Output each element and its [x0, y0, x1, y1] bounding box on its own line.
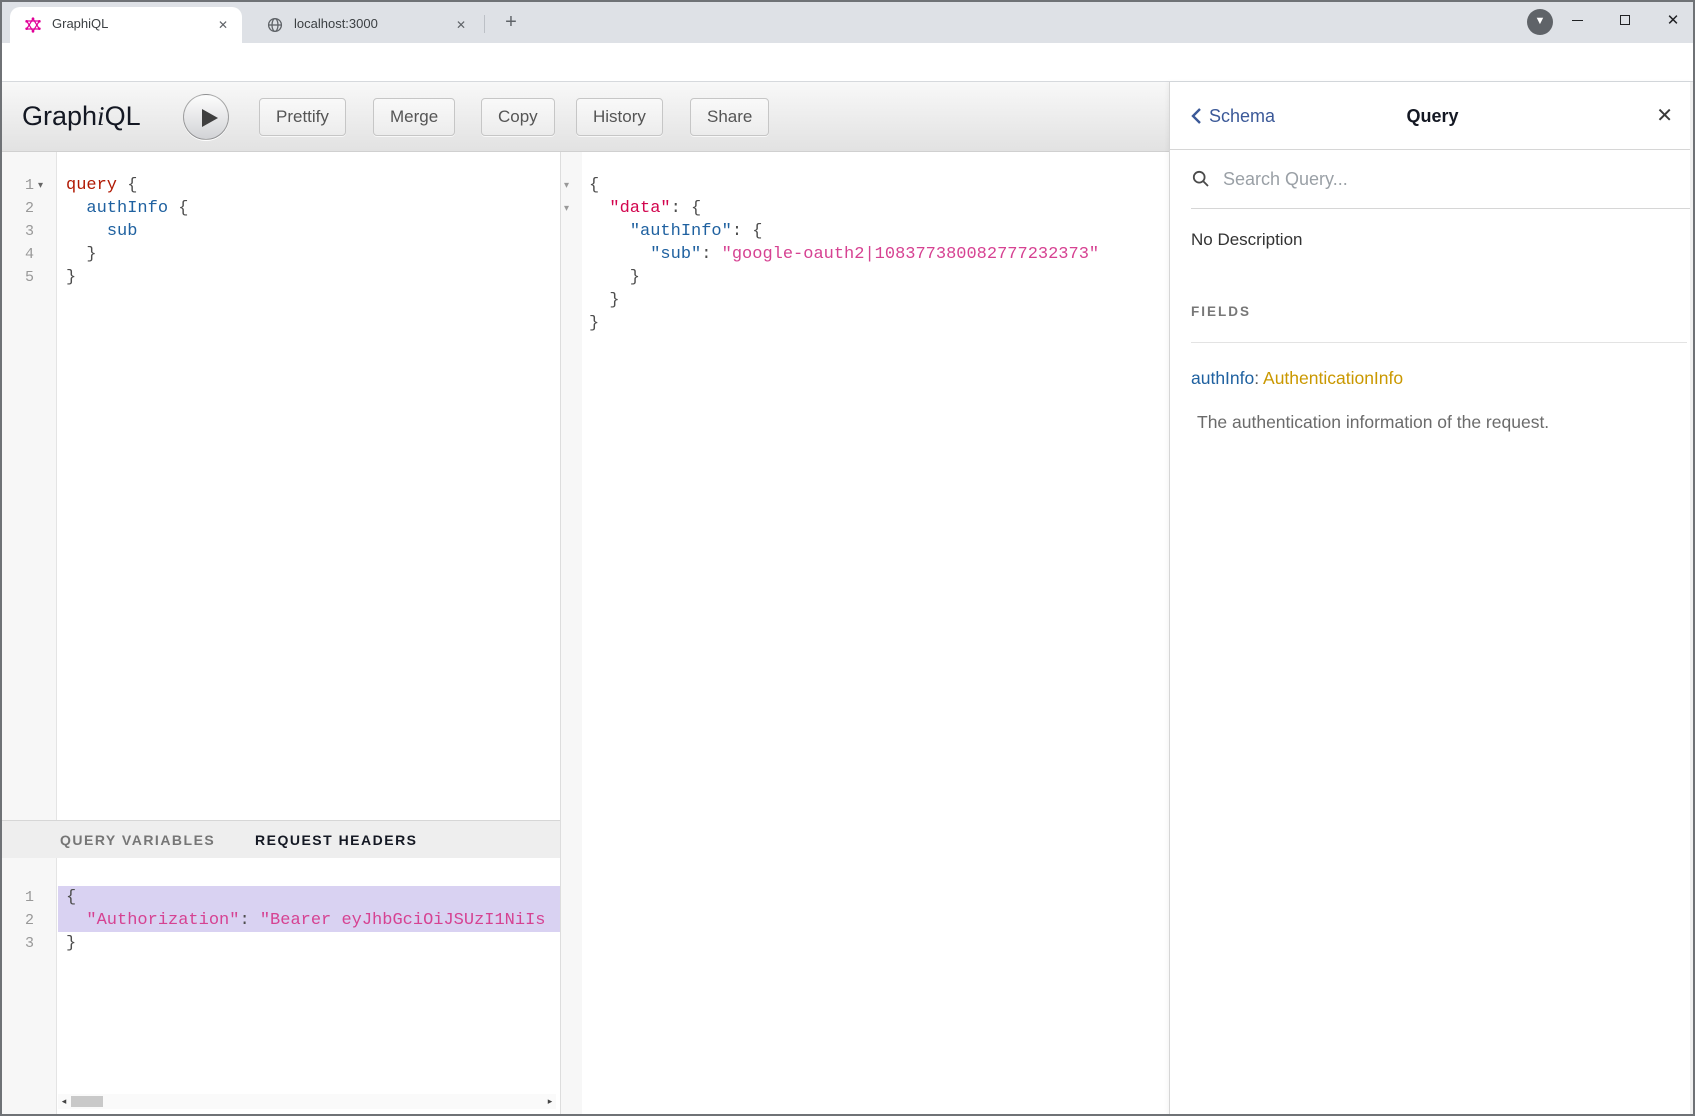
doc-no-description: No Description: [1191, 230, 1303, 250]
line-number: 2: [4, 909, 34, 932]
tab-localhost[interactable]: localhost:3000 ✕: [252, 7, 480, 43]
search-icon: [1192, 170, 1210, 188]
code-line[interactable]: }: [58, 266, 560, 289]
result-fold-gutter: ▾▾: [561, 152, 582, 1116]
code-line[interactable]: }: [582, 312, 1169, 335]
new-tab-button[interactable]: +: [498, 10, 524, 36]
code-line[interactable]: sub: [58, 220, 560, 243]
code-line[interactable]: "data": {: [582, 197, 1169, 220]
line-number: 1: [4, 174, 34, 197]
gutter-line: [561, 243, 582, 266]
fold-arrow-icon[interactable]: ▾: [564, 174, 578, 197]
browser-tab-strip: GraphiQL ✕ localhost:3000 ✕ + ▼ ✕: [0, 0, 1695, 43]
code-line[interactable]: "sub": "google-oauth2|108377380082777232…: [582, 243, 1169, 266]
tab-close-icon[interactable]: ✕: [214, 16, 232, 34]
window-minimize-button[interactable]: [1555, 0, 1599, 40]
tab-close-icon[interactable]: ✕: [452, 16, 470, 34]
code-line[interactable]: }: [582, 266, 1169, 289]
query-editor-gutter: 1▾2345: [0, 152, 57, 820]
browser-update-caret-icon[interactable]: ▼: [1527, 9, 1553, 35]
gutter-line: ▾: [561, 174, 582, 197]
line-number: 4: [4, 243, 34, 266]
play-icon: [202, 109, 218, 127]
horizontal-scrollbar[interactable]: ◂ ▸: [58, 1094, 556, 1109]
doc-field-description: The authentication information of the re…: [1197, 412, 1549, 433]
code-line[interactable]: query {: [58, 174, 560, 197]
doc-scrollbar-track[interactable]: [1690, 82, 1693, 1116]
code-line[interactable]: "Authorization": "Bearer eyJhbGciOiJSUzI…: [58, 909, 560, 932]
line-number: 5: [4, 266, 34, 289]
tab-title: localhost:3000: [294, 7, 378, 41]
tab-query-variables[interactable]: QUERY VARIABLES: [60, 821, 215, 859]
tab-title: GraphiQL: [52, 7, 108, 41]
doc-title: Query: [1170, 82, 1695, 150]
gutter-line: ▾: [561, 197, 582, 220]
code-line[interactable]: {: [582, 174, 1169, 197]
line-number: 3: [4, 932, 34, 955]
graphql-logo-icon: [25, 17, 41, 33]
browser-toolbar: ← → ↻ localhost:3000 P Tp L Aktualisiere…: [0, 43, 1695, 82]
code-line[interactable]: }: [582, 289, 1169, 312]
line-number: 1: [4, 886, 34, 909]
request-headers-editor[interactable]: 123 { "Authorization": "Bearer eyJhbGciO…: [0, 858, 560, 1116]
copy-button[interactable]: Copy: [481, 98, 555, 136]
doc-explorer-header: Schema Query ✕: [1170, 82, 1695, 150]
doc-explorer-panel: Schema Query ✕ Search Query... No Descri…: [1169, 82, 1695, 1116]
line-number: 3: [4, 220, 34, 243]
doc-fields-heading: FIELDS: [1191, 304, 1251, 319]
graphiql-topbar: GraphiQL Prettify Merge Copy History Sha…: [0, 82, 1169, 152]
gutter-line: 2: [0, 909, 56, 932]
gutter-line: [561, 220, 582, 243]
field-type-link[interactable]: AuthenticationInfo: [1263, 368, 1403, 388]
share-button[interactable]: Share: [690, 98, 769, 136]
code-line[interactable]: authInfo {: [58, 197, 560, 220]
gutter-line: [561, 312, 582, 335]
tab-separator: [484, 15, 485, 33]
result-viewer: ▾▾ { "data": { "authInfo": { "sub": "goo…: [561, 152, 1169, 1116]
graphiql-app: GraphiQL Prettify Merge Copy History Sha…: [0, 82, 1695, 1116]
line-number: 2: [4, 197, 34, 220]
secondary-editor-tabbar: QUERY VARIABLES REQUEST HEADERS: [0, 820, 560, 858]
gutter-line: 3: [0, 220, 56, 243]
query-editor[interactable]: 1▾2345 query { authInfo { sub }}: [0, 152, 560, 820]
tab-graphiql[interactable]: GraphiQL ✕: [10, 7, 242, 43]
gutter-line: 2: [0, 197, 56, 220]
doc-fields-divider: [1191, 342, 1687, 343]
scroll-right-icon[interactable]: ▸: [544, 1094, 556, 1109]
code-line[interactable]: }: [58, 243, 560, 266]
graphiql-logo: GraphiQL: [22, 82, 141, 150]
doc-close-icon[interactable]: ✕: [1656, 82, 1673, 150]
gutter-line: 3: [0, 932, 56, 955]
field-name-link[interactable]: authInfo: [1191, 368, 1254, 388]
gutter-line: 5: [0, 266, 56, 289]
headers-editor-gutter: 123: [0, 858, 57, 1116]
gutter-line: [561, 266, 582, 289]
fold-arrow-icon[interactable]: ▾: [38, 174, 52, 197]
merge-button[interactable]: Merge: [373, 98, 455, 136]
code-line[interactable]: {: [58, 886, 560, 909]
fold-arrow-icon[interactable]: ▾: [564, 197, 578, 220]
doc-search-field[interactable]: Search Query...: [1191, 150, 1695, 209]
gutter-line: 4: [0, 243, 56, 266]
prettify-button[interactable]: Prettify: [259, 98, 346, 136]
code-line[interactable]: }: [58, 932, 560, 955]
doc-field-row: authInfo: AuthenticationInfo: [1191, 368, 1403, 389]
search-placeholder: Search Query...: [1223, 150, 1348, 209]
window-maximize-button[interactable]: [1603, 0, 1647, 40]
globe-icon: [267, 17, 283, 33]
gutter-line: 1: [0, 886, 56, 909]
gutter-line: [561, 289, 582, 312]
execute-query-button[interactable]: [183, 94, 229, 140]
scrollbar-thumb[interactable]: [71, 1096, 103, 1107]
scroll-left-icon[interactable]: ◂: [58, 1094, 70, 1109]
history-button[interactable]: History: [576, 98, 663, 136]
window-close-button[interactable]: ✕: [1651, 0, 1695, 40]
gutter-line: 1▾: [0, 174, 56, 197]
code-line[interactable]: "authInfo": {: [582, 220, 1169, 243]
tab-request-headers[interactable]: REQUEST HEADERS: [255, 821, 418, 859]
